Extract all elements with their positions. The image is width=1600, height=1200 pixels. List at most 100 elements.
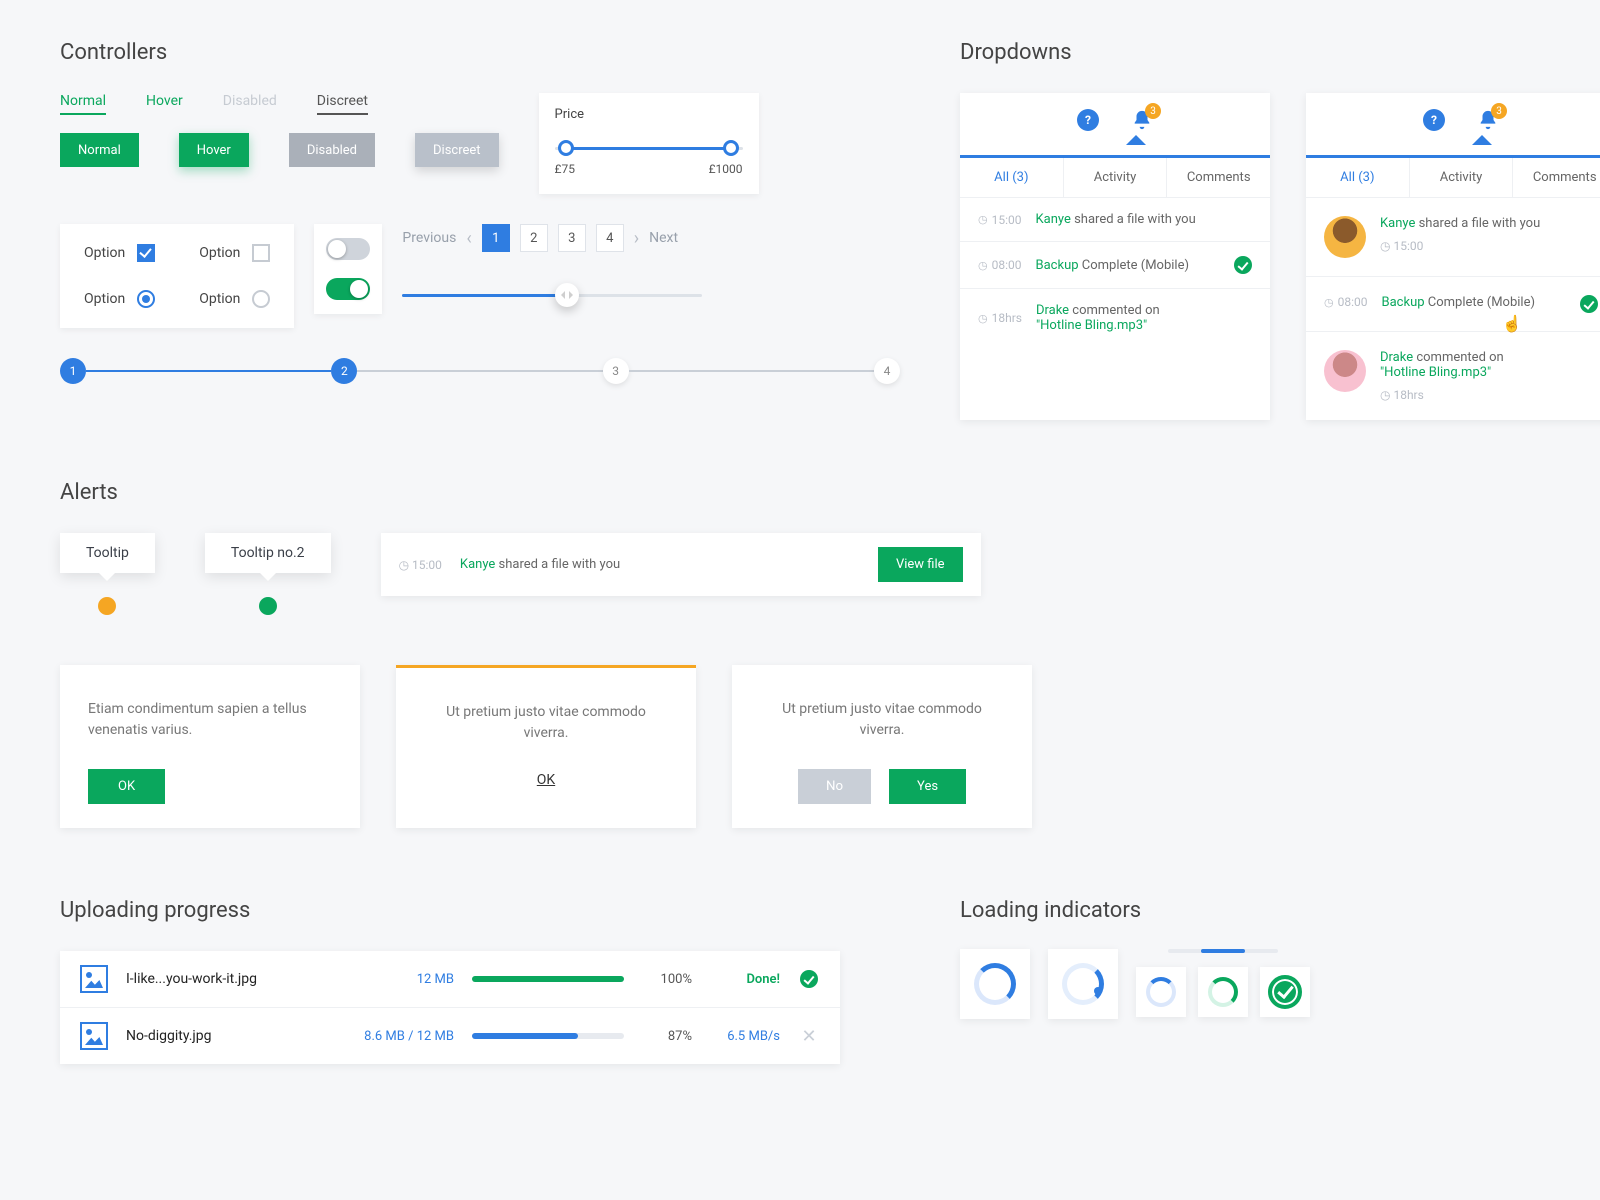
pager-next-label[interactable]: Next — [649, 230, 678, 246]
dropdowns-heading: Dropdowns — [960, 40, 1600, 65]
toast-cta-button[interactable]: View file — [878, 547, 963, 582]
notification-time: 15:00 — [1380, 239, 1598, 253]
help-icon[interactable]: ? — [1423, 109, 1445, 131]
tab-disabled: Disabled — [223, 93, 277, 115]
image-file-icon — [80, 965, 108, 993]
option-label: Option — [199, 291, 240, 307]
notification-item[interactable]: 08:00 Backup Complete (Mobile) — [1306, 276, 1600, 331]
chevron-left-icon[interactable]: ‹ — [466, 228, 471, 249]
upload-list: I-like...you-work-it.jpg 12 MB 100% Done… — [60, 951, 840, 1064]
tab-discreet[interactable]: Discreet — [317, 93, 368, 115]
page-4[interactable]: 4 — [596, 224, 624, 252]
options-card: Option Option Option Option — [60, 224, 294, 328]
avatar — [1324, 216, 1366, 258]
button-discreet[interactable]: Discreet — [415, 133, 499, 167]
notification-item[interactable]: Kanye shared a file with you 15:00 — [1306, 197, 1600, 276]
price-max: £1000 — [709, 162, 743, 176]
button-disabled: Disabled — [289, 133, 375, 167]
avatar — [1324, 350, 1366, 392]
notification-badge: 3 — [1491, 103, 1507, 119]
upload-progress-bar — [472, 1033, 624, 1039]
notification-item[interactable]: Drake commented on "Hotline Bling.mp3" 1… — [1306, 331, 1600, 420]
upload-size: 12 MB — [344, 972, 454, 987]
spinner-small-blue — [1136, 967, 1186, 1017]
alert-ok-button[interactable]: OK — [88, 769, 165, 804]
controllers-heading: Controllers — [60, 40, 900, 65]
dd-tab-all[interactable]: All (3) — [1306, 158, 1410, 197]
radio-unselected[interactable] — [252, 290, 270, 308]
notification-time: 18hrs — [978, 311, 1022, 325]
alert-card-accent: Ut pretium justo vitae commodo viverra. … — [396, 665, 696, 828]
page-2[interactable]: 2 — [520, 224, 548, 252]
page-3[interactable]: 3 — [558, 224, 586, 252]
alerts-heading: Alerts — [60, 480, 1540, 505]
button-hover[interactable]: Hover — [179, 133, 249, 167]
tooltip-anchor-dot[interactable] — [259, 597, 277, 615]
tab-style-row: Normal Hover Disabled Discreet — [60, 93, 499, 115]
check-circle-icon — [1580, 295, 1598, 313]
spinner-large-1 — [960, 949, 1030, 1019]
upload-status: Done! — [710, 972, 780, 987]
option-label: Option — [84, 291, 125, 307]
notifications-dropdown-large: ? 3 All (3) Activity Comments Kanye shar… — [1306, 93, 1600, 420]
step-2[interactable]: 2 — [331, 358, 357, 384]
chevron-right-icon[interactable]: › — [634, 228, 639, 249]
progress-stepper: 1 2 3 4 — [60, 358, 900, 384]
slider-handle-icon[interactable] — [555, 283, 579, 307]
notification-item[interactable]: 18hrs Drake commented on "Hotline Bling.… — [960, 288, 1270, 347]
notifications-icon[interactable]: 3 — [1477, 109, 1499, 135]
notification-time: 18hrs — [1380, 388, 1598, 402]
check-circle-icon — [800, 970, 818, 988]
dd-tab-all[interactable]: All (3) — [960, 158, 1064, 197]
tab-hover[interactable]: Hover — [146, 93, 183, 115]
alert-ok-link[interactable]: OK — [537, 772, 555, 788]
toggle-on[interactable] — [326, 278, 370, 300]
toast-notification: 15:00 Kanye shared a file with you View … — [381, 533, 981, 596]
notification-item[interactable]: 15:00 Kanye shared a file with you — [960, 197, 1270, 241]
step-4[interactable]: 4 — [874, 358, 900, 384]
dd-tab-activity[interactable]: Activity — [1410, 158, 1514, 197]
tab-normal[interactable]: Normal — [60, 93, 106, 115]
notification-item[interactable]: 08:00 Backup Complete (Mobile) — [960, 241, 1270, 288]
single-slider[interactable] — [402, 294, 702, 297]
button-normal[interactable]: Normal — [60, 133, 139, 167]
checkbox-unchecked[interactable] — [252, 244, 270, 262]
dd-tab-comments[interactable]: Comments — [1513, 158, 1600, 197]
tooltip-anchor-dot[interactable] — [98, 597, 116, 615]
step-3[interactable]: 3 — [603, 358, 629, 384]
toast-time: 15:00 — [399, 558, 442, 572]
pager-prev-label[interactable]: Previous — [402, 230, 456, 246]
upload-row: I-like...you-work-it.jpg 12 MB 100% Done… — [60, 951, 840, 1008]
radio-selected[interactable] — [137, 290, 155, 308]
pagination: Previous ‹ 1 2 3 4 › Next — [402, 224, 900, 252]
alert-card-confirm: Ut pretium justo vitae commodo viverra. … — [732, 665, 1032, 828]
notifications-icon[interactable]: 3 — [1131, 109, 1153, 135]
upload-rate: 6.5 MB/s — [710, 1029, 780, 1044]
upload-filename: I-like...you-work-it.jpg — [126, 971, 326, 987]
dd-tab-comments[interactable]: Comments — [1167, 158, 1270, 197]
alert-no-button[interactable]: No — [798, 769, 871, 804]
cancel-upload-icon[interactable]: ✕ — [801, 1026, 816, 1047]
dd-tab-activity[interactable]: Activity — [1064, 158, 1168, 197]
upload-progress-bar — [472, 976, 624, 982]
page-1[interactable]: 1 — [482, 224, 510, 252]
price-min: £75 — [555, 162, 575, 176]
spinner-small-green — [1198, 967, 1248, 1017]
alert-yes-button[interactable]: Yes — [889, 769, 966, 804]
price-slider-card: Price £75 £1000 — [539, 93, 759, 194]
checkbox-checked[interactable] — [137, 244, 155, 262]
toggle-off[interactable] — [326, 238, 370, 260]
tooltip-2: Tooltip no.2 — [205, 533, 331, 573]
spinner-complete — [1260, 967, 1310, 1017]
notification-time: 15:00 — [978, 213, 1022, 227]
step-1[interactable]: 1 — [60, 358, 86, 384]
loading-heading: Loading indicators — [960, 898, 1310, 923]
button-style-row: Normal Hover Disabled Discreet — [60, 133, 499, 167]
notification-time: 08:00 — [978, 258, 1022, 272]
option-label: Option — [199, 245, 240, 261]
help-icon[interactable]: ? — [1077, 109, 1099, 131]
image-file-icon — [80, 1022, 108, 1050]
uploading-heading: Uploading progress — [60, 898, 840, 923]
price-range-slider[interactable] — [555, 140, 743, 150]
notifications-dropdown-compact: ? 3 All (3) Activity Comments 15:00 Kany… — [960, 93, 1270, 420]
